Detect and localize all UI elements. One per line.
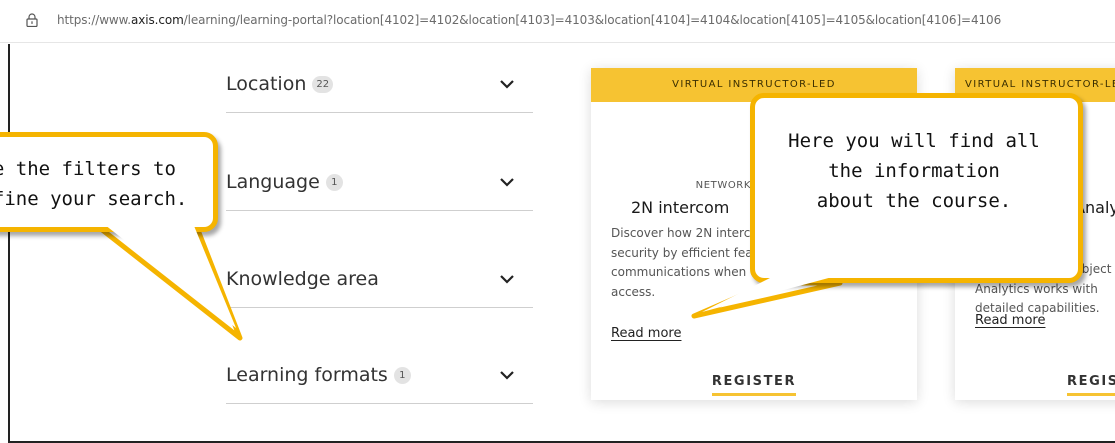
callout-pointer-cover xyxy=(702,276,836,312)
callout-text: Here you will find all the information a… xyxy=(788,130,1040,212)
